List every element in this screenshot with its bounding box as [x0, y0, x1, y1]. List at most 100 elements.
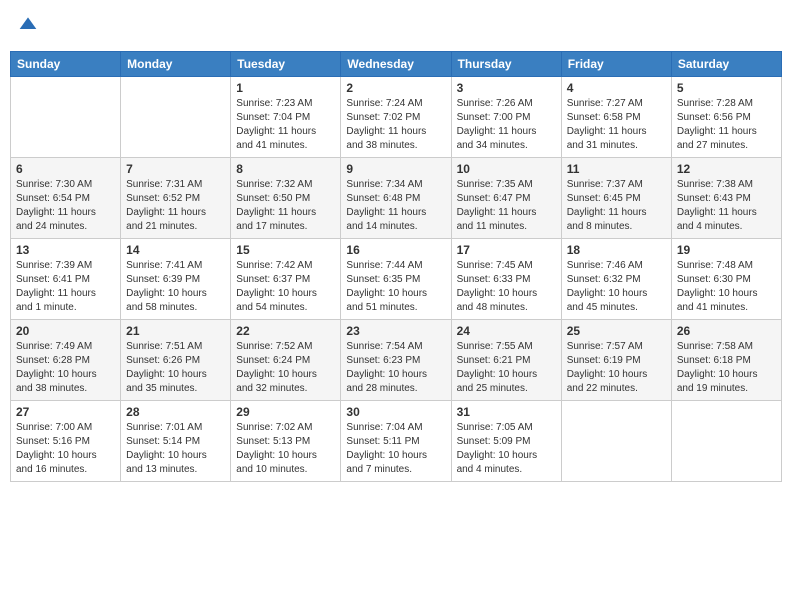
day-number: 27: [16, 405, 115, 419]
calendar-cell: 7 Sunrise: 7:31 AM Sunset: 6:52 PM Daylig…: [121, 158, 231, 239]
day-info: Sunrise: 7:48 AM Sunset: 6:30 PM Dayligh…: [677, 259, 776, 315]
calendar-cell: 1 Sunrise: 7:23 AM Sunset: 7:04 PM Daylig…: [231, 77, 341, 158]
day-number: 16: [346, 243, 445, 257]
day-number: 30: [346, 405, 445, 419]
calendar-cell: 13Sunrise: 7:39 AM Sunset: 6:41 PM Dayli…: [11, 239, 121, 320]
calendar-cell: 22 Sunrise: 7:52 AM Sunset: 6:24 PM Dayli…: [231, 320, 341, 401]
day-number: 2: [346, 81, 445, 95]
calendar-week-1: 1 Sunrise: 7:23 AM Sunset: 7:04 PM Daylig…: [11, 77, 782, 158]
day-header-monday: Monday: [121, 52, 231, 77]
page-header: [10, 10, 782, 43]
calendar-cell: [561, 401, 671, 482]
day-header-tuesday: Tuesday: [231, 52, 341, 77]
day-info: Sunrise: 7:26 AM Sunset: 7:00 PM Dayligh…: [457, 97, 556, 153]
calendar-cell: 4Sunrise: 7:27 AM Sunset: 6:58 PM Daylig…: [561, 77, 671, 158]
calendar-cell: 9 Sunrise: 7:34 AM Sunset: 6:48 PM Daylig…: [341, 158, 451, 239]
calendar-week-5: 27 Sunrise: 7:00 AM Sunset: 5:16 PM Dayli…: [11, 401, 782, 482]
calendar-cell: [121, 77, 231, 158]
day-info: Sunrise: 7:30 AM Sunset: 6:54 PM Dayligh…: [16, 178, 115, 234]
day-number: 7: [126, 162, 225, 176]
day-header-saturday: Saturday: [671, 52, 781, 77]
day-number: 6: [16, 162, 115, 176]
calendar-cell: 24Sunrise: 7:55 AM Sunset: 6:21 PM Dayli…: [451, 320, 561, 401]
day-number: 14: [126, 243, 225, 257]
day-info: Sunrise: 7:02 AM Sunset: 5:13 PM Dayligh…: [236, 421, 335, 477]
day-info: Sunrise: 7:05 AM Sunset: 5:09 PM Dayligh…: [457, 421, 556, 477]
day-number: 11: [567, 162, 666, 176]
day-info: Sunrise: 7:45 AM Sunset: 6:33 PM Dayligh…: [457, 259, 556, 315]
logo-text: [16, 14, 38, 39]
calendar-cell: 18Sunrise: 7:46 AM Sunset: 6:32 PM Dayli…: [561, 239, 671, 320]
calendar-cell: 27 Sunrise: 7:00 AM Sunset: 5:16 PM Dayli…: [11, 401, 121, 482]
day-number: 1: [236, 81, 335, 95]
day-info: Sunrise: 7:31 AM Sunset: 6:52 PM Dayligh…: [126, 178, 225, 234]
calendar-cell: 28Sunrise: 7:01 AM Sunset: 5:14 PM Dayli…: [121, 401, 231, 482]
calendar-cell: 17 Sunrise: 7:45 AM Sunset: 6:33 PM Dayli…: [451, 239, 561, 320]
day-info: Sunrise: 7:52 AM Sunset: 6:24 PM Dayligh…: [236, 340, 335, 396]
calendar-cell: 16 Sunrise: 7:44 AM Sunset: 6:35 PM Dayli…: [341, 239, 451, 320]
day-header-sunday: Sunday: [11, 52, 121, 77]
day-info: Sunrise: 7:58 AM Sunset: 6:18 PM Dayligh…: [677, 340, 776, 396]
calendar-cell: 23Sunrise: 7:54 AM Sunset: 6:23 PM Dayli…: [341, 320, 451, 401]
calendar-cell: [11, 77, 121, 158]
day-number: 26: [677, 324, 776, 338]
day-info: Sunrise: 7:41 AM Sunset: 6:39 PM Dayligh…: [126, 259, 225, 315]
calendar-cell: 25 Sunrise: 7:57 AM Sunset: 6:19 PM Dayli…: [561, 320, 671, 401]
day-info: Sunrise: 7:44 AM Sunset: 6:35 PM Dayligh…: [346, 259, 445, 315]
day-number: 3: [457, 81, 556, 95]
day-number: 22: [236, 324, 335, 338]
calendar-cell: 2 Sunrise: 7:24 AM Sunset: 7:02 PM Daylig…: [341, 77, 451, 158]
day-number: 4: [567, 81, 666, 95]
day-info: Sunrise: 7:42 AM Sunset: 6:37 PM Dayligh…: [236, 259, 335, 315]
day-number: 12: [677, 162, 776, 176]
day-number: 25: [567, 324, 666, 338]
day-info: Sunrise: 7:37 AM Sunset: 6:45 PM Dayligh…: [567, 178, 666, 234]
day-number: 21: [126, 324, 225, 338]
day-number: 15: [236, 243, 335, 257]
logo: [16, 14, 38, 39]
day-number: 19: [677, 243, 776, 257]
day-info: Sunrise: 7:35 AM Sunset: 6:47 PM Dayligh…: [457, 178, 556, 234]
calendar-week-2: 6 Sunrise: 7:30 AM Sunset: 6:54 PM Daylig…: [11, 158, 782, 239]
calendar-cell: 29 Sunrise: 7:02 AM Sunset: 5:13 PM Dayli…: [231, 401, 341, 482]
day-info: Sunrise: 7:23 AM Sunset: 7:04 PM Dayligh…: [236, 97, 335, 153]
day-number: 20: [16, 324, 115, 338]
day-number: 10: [457, 162, 556, 176]
calendar-cell: [671, 401, 781, 482]
calendar-cell: 30Sunrise: 7:04 AM Sunset: 5:11 PM Dayli…: [341, 401, 451, 482]
calendar-cell: 31 Sunrise: 7:05 AM Sunset: 5:09 PM Dayli…: [451, 401, 561, 482]
day-info: Sunrise: 7:55 AM Sunset: 6:21 PM Dayligh…: [457, 340, 556, 396]
day-info: Sunrise: 7:39 AM Sunset: 6:41 PM Dayligh…: [16, 259, 115, 315]
day-info: Sunrise: 7:46 AM Sunset: 6:32 PM Dayligh…: [567, 259, 666, 315]
day-info: Sunrise: 7:57 AM Sunset: 6:19 PM Dayligh…: [567, 340, 666, 396]
calendar-week-3: 13Sunrise: 7:39 AM Sunset: 6:41 PM Dayli…: [11, 239, 782, 320]
day-number: 9: [346, 162, 445, 176]
day-info: Sunrise: 7:01 AM Sunset: 5:14 PM Dayligh…: [126, 421, 225, 477]
day-info: Sunrise: 7:32 AM Sunset: 6:50 PM Dayligh…: [236, 178, 335, 234]
calendar-cell: 3 Sunrise: 7:26 AM Sunset: 7:00 PM Daylig…: [451, 77, 561, 158]
calendar-cell: 12Sunrise: 7:38 AM Sunset: 6:43 PM Dayli…: [671, 158, 781, 239]
day-number: 17: [457, 243, 556, 257]
day-info: Sunrise: 7:54 AM Sunset: 6:23 PM Dayligh…: [346, 340, 445, 396]
day-info: Sunrise: 7:24 AM Sunset: 7:02 PM Dayligh…: [346, 97, 445, 153]
day-number: 31: [457, 405, 556, 419]
calendar-cell: 21Sunrise: 7:51 AM Sunset: 6:26 PM Dayli…: [121, 320, 231, 401]
calendar-cell: 19 Sunrise: 7:48 AM Sunset: 6:30 PM Dayli…: [671, 239, 781, 320]
day-number: 29: [236, 405, 335, 419]
calendar-cell: 11 Sunrise: 7:37 AM Sunset: 6:45 PM Dayli…: [561, 158, 671, 239]
calendar-cell: 5Sunrise: 7:28 AM Sunset: 6:56 PM Daylig…: [671, 77, 781, 158]
day-number: 8: [236, 162, 335, 176]
calendar-cell: 14 Sunrise: 7:41 AM Sunset: 6:39 PM Dayli…: [121, 239, 231, 320]
day-info: Sunrise: 7:00 AM Sunset: 5:16 PM Dayligh…: [16, 421, 115, 477]
calendar-cell: 6 Sunrise: 7:30 AM Sunset: 6:54 PM Daylig…: [11, 158, 121, 239]
calendar-cell: 26 Sunrise: 7:58 AM Sunset: 6:18 PM Dayli…: [671, 320, 781, 401]
day-info: Sunrise: 7:49 AM Sunset: 6:28 PM Dayligh…: [16, 340, 115, 396]
calendar-header-row: SundayMondayTuesdayWednesdayThursdayFrid…: [11, 52, 782, 77]
day-header-thursday: Thursday: [451, 52, 561, 77]
calendar-cell: 8 Sunrise: 7:32 AM Sunset: 6:50 PM Daylig…: [231, 158, 341, 239]
calendar-cell: 15 Sunrise: 7:42 AM Sunset: 6:37 PM Dayli…: [231, 239, 341, 320]
day-header-wednesday: Wednesday: [341, 52, 451, 77]
day-info: Sunrise: 7:34 AM Sunset: 6:48 PM Dayligh…: [346, 178, 445, 234]
calendar-cell: 20 Sunrise: 7:49 AM Sunset: 6:28 PM Dayli…: [11, 320, 121, 401]
calendar-week-4: 20 Sunrise: 7:49 AM Sunset: 6:28 PM Dayli…: [11, 320, 782, 401]
